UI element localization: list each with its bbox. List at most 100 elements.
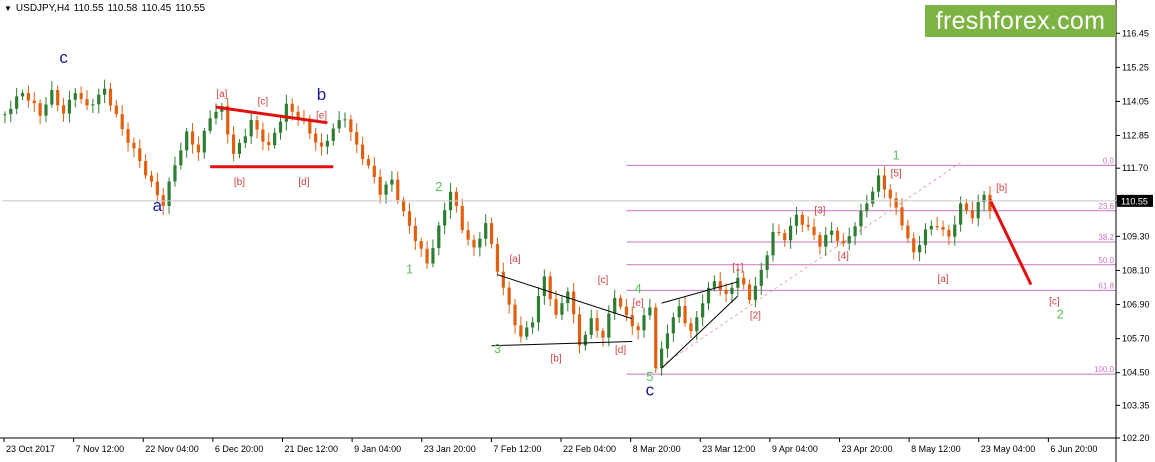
candle-body [126, 129, 130, 143]
pattern-line [497, 274, 633, 320]
candle-body [437, 225, 441, 249]
x-tick-label: 6 Dec 20:00 [215, 444, 264, 454]
candle-body [61, 105, 66, 114]
candle-body [3, 114, 7, 116]
candle-body [630, 315, 634, 327]
candle-body [149, 175, 154, 182]
candle-body [355, 132, 359, 145]
candle-body [964, 203, 969, 211]
candle-body [959, 203, 963, 225]
candle-body [349, 119, 353, 133]
wave-label: [b] [996, 183, 1007, 194]
candle-body [525, 327, 529, 337]
candle-body [941, 227, 945, 230]
y-tick-label: 103.35 [1122, 400, 1150, 410]
candle-body [701, 303, 705, 318]
candle-body [337, 120, 341, 129]
wave-label: 2 [1057, 307, 1064, 322]
candle-body [484, 223, 488, 239]
y-tick-label: 111.70 [1122, 163, 1148, 173]
candle-body [513, 304, 517, 326]
candle-body [108, 88, 113, 106]
trendline [655, 162, 961, 371]
candle-body [888, 189, 892, 199]
candle-body [724, 289, 728, 294]
wave-label: [d] [615, 345, 626, 356]
wave-label: [b] [551, 353, 562, 364]
candle-body [507, 287, 511, 305]
wave-label: [3] [814, 206, 825, 217]
candle-body [742, 277, 746, 285]
candle-body [79, 93, 83, 100]
wave-label: 1 [406, 261, 413, 276]
candle-body [50, 89, 54, 105]
candle-body [542, 276, 546, 296]
candle-body [255, 119, 259, 130]
candle-body [243, 136, 247, 143]
candle-body [144, 161, 148, 176]
candle-body [660, 348, 664, 369]
y-tick-label: 116.45 [1122, 28, 1149, 38]
wave-label: [4] [838, 251, 849, 262]
candle-body [73, 93, 77, 100]
x-tick-label: 23 Jan 20:00 [424, 444, 476, 454]
dropdown-triangle-icon[interactable]: ▼ [4, 4, 12, 13]
ohlc-close: 110.55 [175, 3, 206, 14]
x-tick-label: 22 Feb 04:00 [563, 444, 616, 454]
candle-body [818, 234, 822, 247]
x-tick-label: 23 Oct 2017 [6, 444, 55, 454]
candle-body [378, 176, 382, 195]
candle-body [601, 330, 605, 338]
wave-label: 1 [893, 148, 900, 163]
candle-body [360, 144, 365, 160]
candle-body [208, 118, 212, 131]
y-tick-label: 106.90 [1122, 300, 1150, 310]
candle-body [765, 255, 769, 270]
candle-body [196, 144, 201, 153]
candle-body [314, 133, 318, 143]
wave-label: [c] [598, 275, 609, 286]
candle-body [15, 96, 19, 109]
fib-level-label: 23.6 [1098, 202, 1114, 211]
wave-label: a [153, 196, 163, 215]
candle-body [695, 317, 699, 332]
candle-body [577, 314, 582, 346]
candle-body [56, 89, 60, 106]
y-tick-label: 115.25 [1122, 62, 1149, 72]
candle-body [91, 104, 95, 106]
candle-body [589, 318, 593, 335]
candle-body [9, 108, 13, 115]
price-chart[interactable]: 0.023.638.250.061.8100.0 cabc2134512[a][… [0, 0, 1155, 462]
candle-body [624, 306, 629, 316]
wave-label: [2] [750, 311, 761, 322]
candle-body [683, 306, 687, 324]
candle-body [202, 130, 206, 153]
candle-body [794, 214, 799, 226]
candle-body [501, 271, 505, 288]
chart-area[interactable]: 0.0 23.6 38.2 50.0 61.8 100.0 c a b c 2 1 3 4 5 1 2 [a][… [0, 0, 1155, 462]
symbol-header: ▼ USDJPY,H4 110.55 110.58 110.45 110.55 [4, 3, 205, 14]
candle-body [443, 210, 447, 226]
candle-body [460, 206, 464, 231]
candle-body [390, 179, 394, 185]
fib-level-label: 61.8 [1098, 281, 1114, 290]
wave-label: 4 [635, 281, 642, 296]
wave-label: [c] [258, 96, 269, 107]
candle-body [613, 297, 617, 314]
candle-body [214, 111, 218, 119]
candle-body [853, 226, 857, 237]
candle-body [894, 198, 898, 208]
ohlc-open: 110.55 [73, 3, 104, 14]
y-tick-label: 108.10 [1122, 265, 1150, 275]
candle-body [366, 159, 371, 166]
fib-level-label: 50.0 [1098, 256, 1114, 265]
candle-body [771, 232, 775, 256]
wave-label: [a] [937, 274, 948, 285]
candle-body [290, 103, 294, 112]
candle-body [812, 226, 816, 235]
x-tick-label: 7 Nov 12:00 [76, 444, 125, 454]
candle-body [466, 230, 470, 240]
candle-body [554, 299, 558, 315]
candle-body [138, 148, 142, 162]
candle-body [308, 120, 312, 134]
